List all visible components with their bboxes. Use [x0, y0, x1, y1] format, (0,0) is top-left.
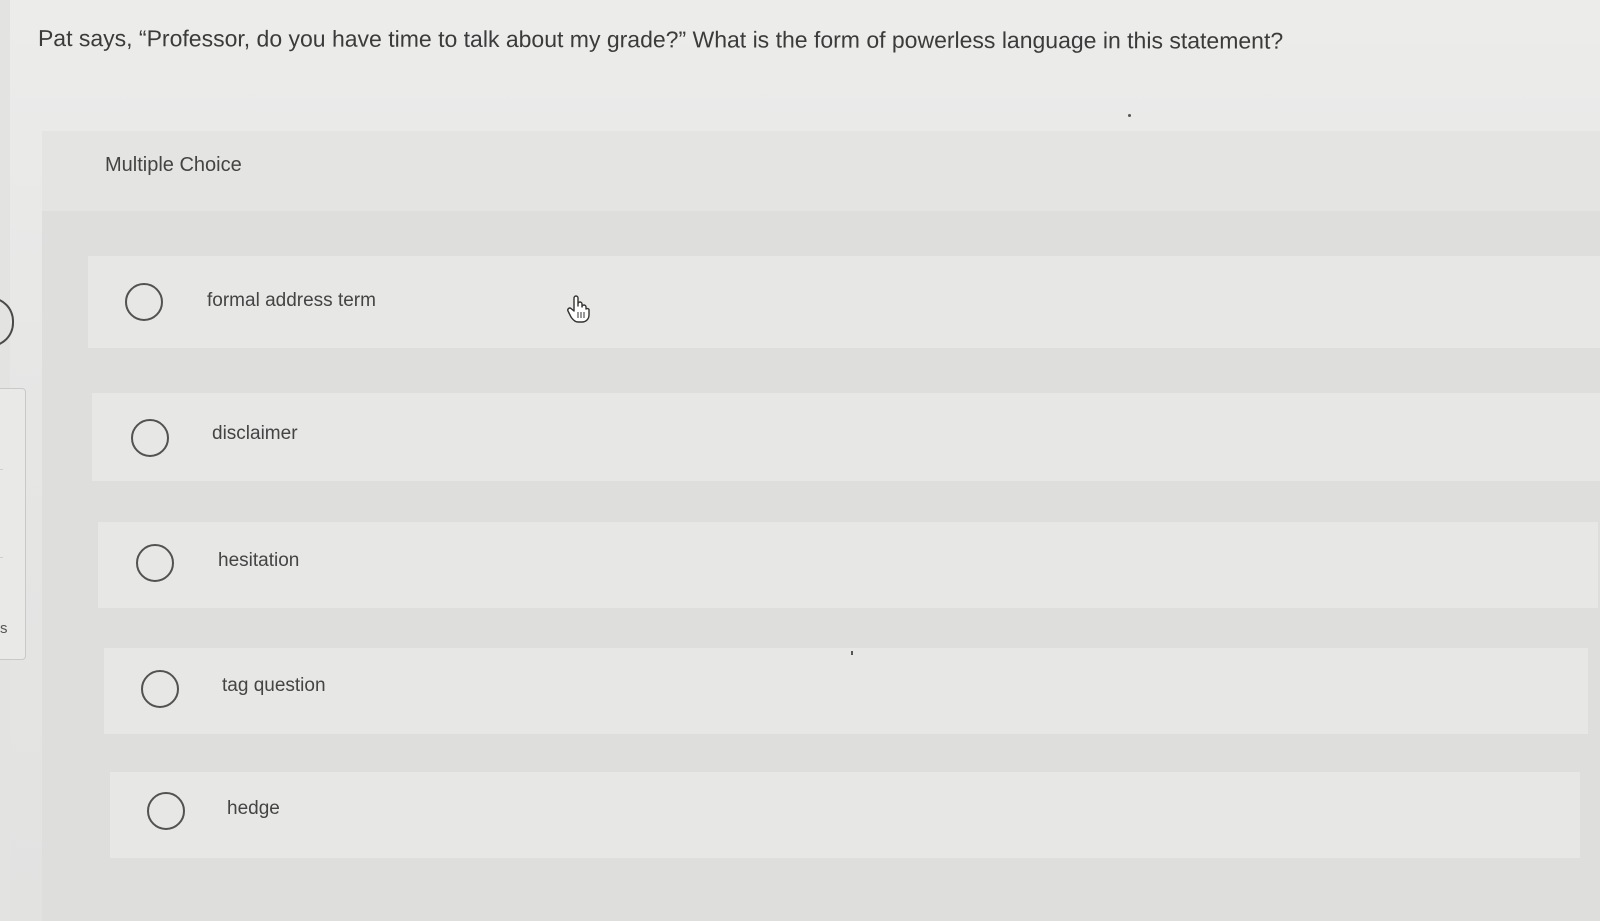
- answer-option-label: formal address term: [207, 290, 376, 311]
- multiple-choice-header: [42, 131, 1600, 211]
- answer-option-tag-question[interactable]: tag question: [104, 648, 1588, 734]
- answer-option-disclaimer[interactable]: disclaimer: [92, 393, 1600, 481]
- answer-option-hedge[interactable]: hedge: [110, 772, 1580, 858]
- left-panel-label: s: [0, 620, 8, 637]
- question-text: Pat says, “Professor, do you have time t…: [37, 24, 1284, 54]
- radio-unselected-icon[interactable]: [131, 419, 169, 457]
- hand-pointer-icon: [567, 295, 590, 323]
- speck: [1128, 114, 1131, 117]
- answer-option-label: hedge: [227, 798, 280, 819]
- multiple-choice-label: Multiple Choice: [105, 154, 242, 176]
- left-panel-divider: [0, 557, 3, 558]
- answer-option-formal-address-term[interactable]: formal address term: [88, 256, 1600, 348]
- speck: [851, 651, 853, 655]
- left-panel-divider: [0, 469, 3, 470]
- radio-unselected-icon[interactable]: [136, 544, 174, 582]
- answer-option-hesitation[interactable]: hesitation: [98, 522, 1598, 608]
- answer-option-label: hesitation: [218, 550, 300, 571]
- answer-option-label: tag question: [222, 675, 326, 696]
- answer-option-label: disclaimer: [212, 423, 298, 444]
- radio-unselected-icon[interactable]: [141, 670, 179, 708]
- radio-unselected-icon[interactable]: [125, 283, 163, 321]
- radio-unselected-icon[interactable]: [147, 792, 185, 830]
